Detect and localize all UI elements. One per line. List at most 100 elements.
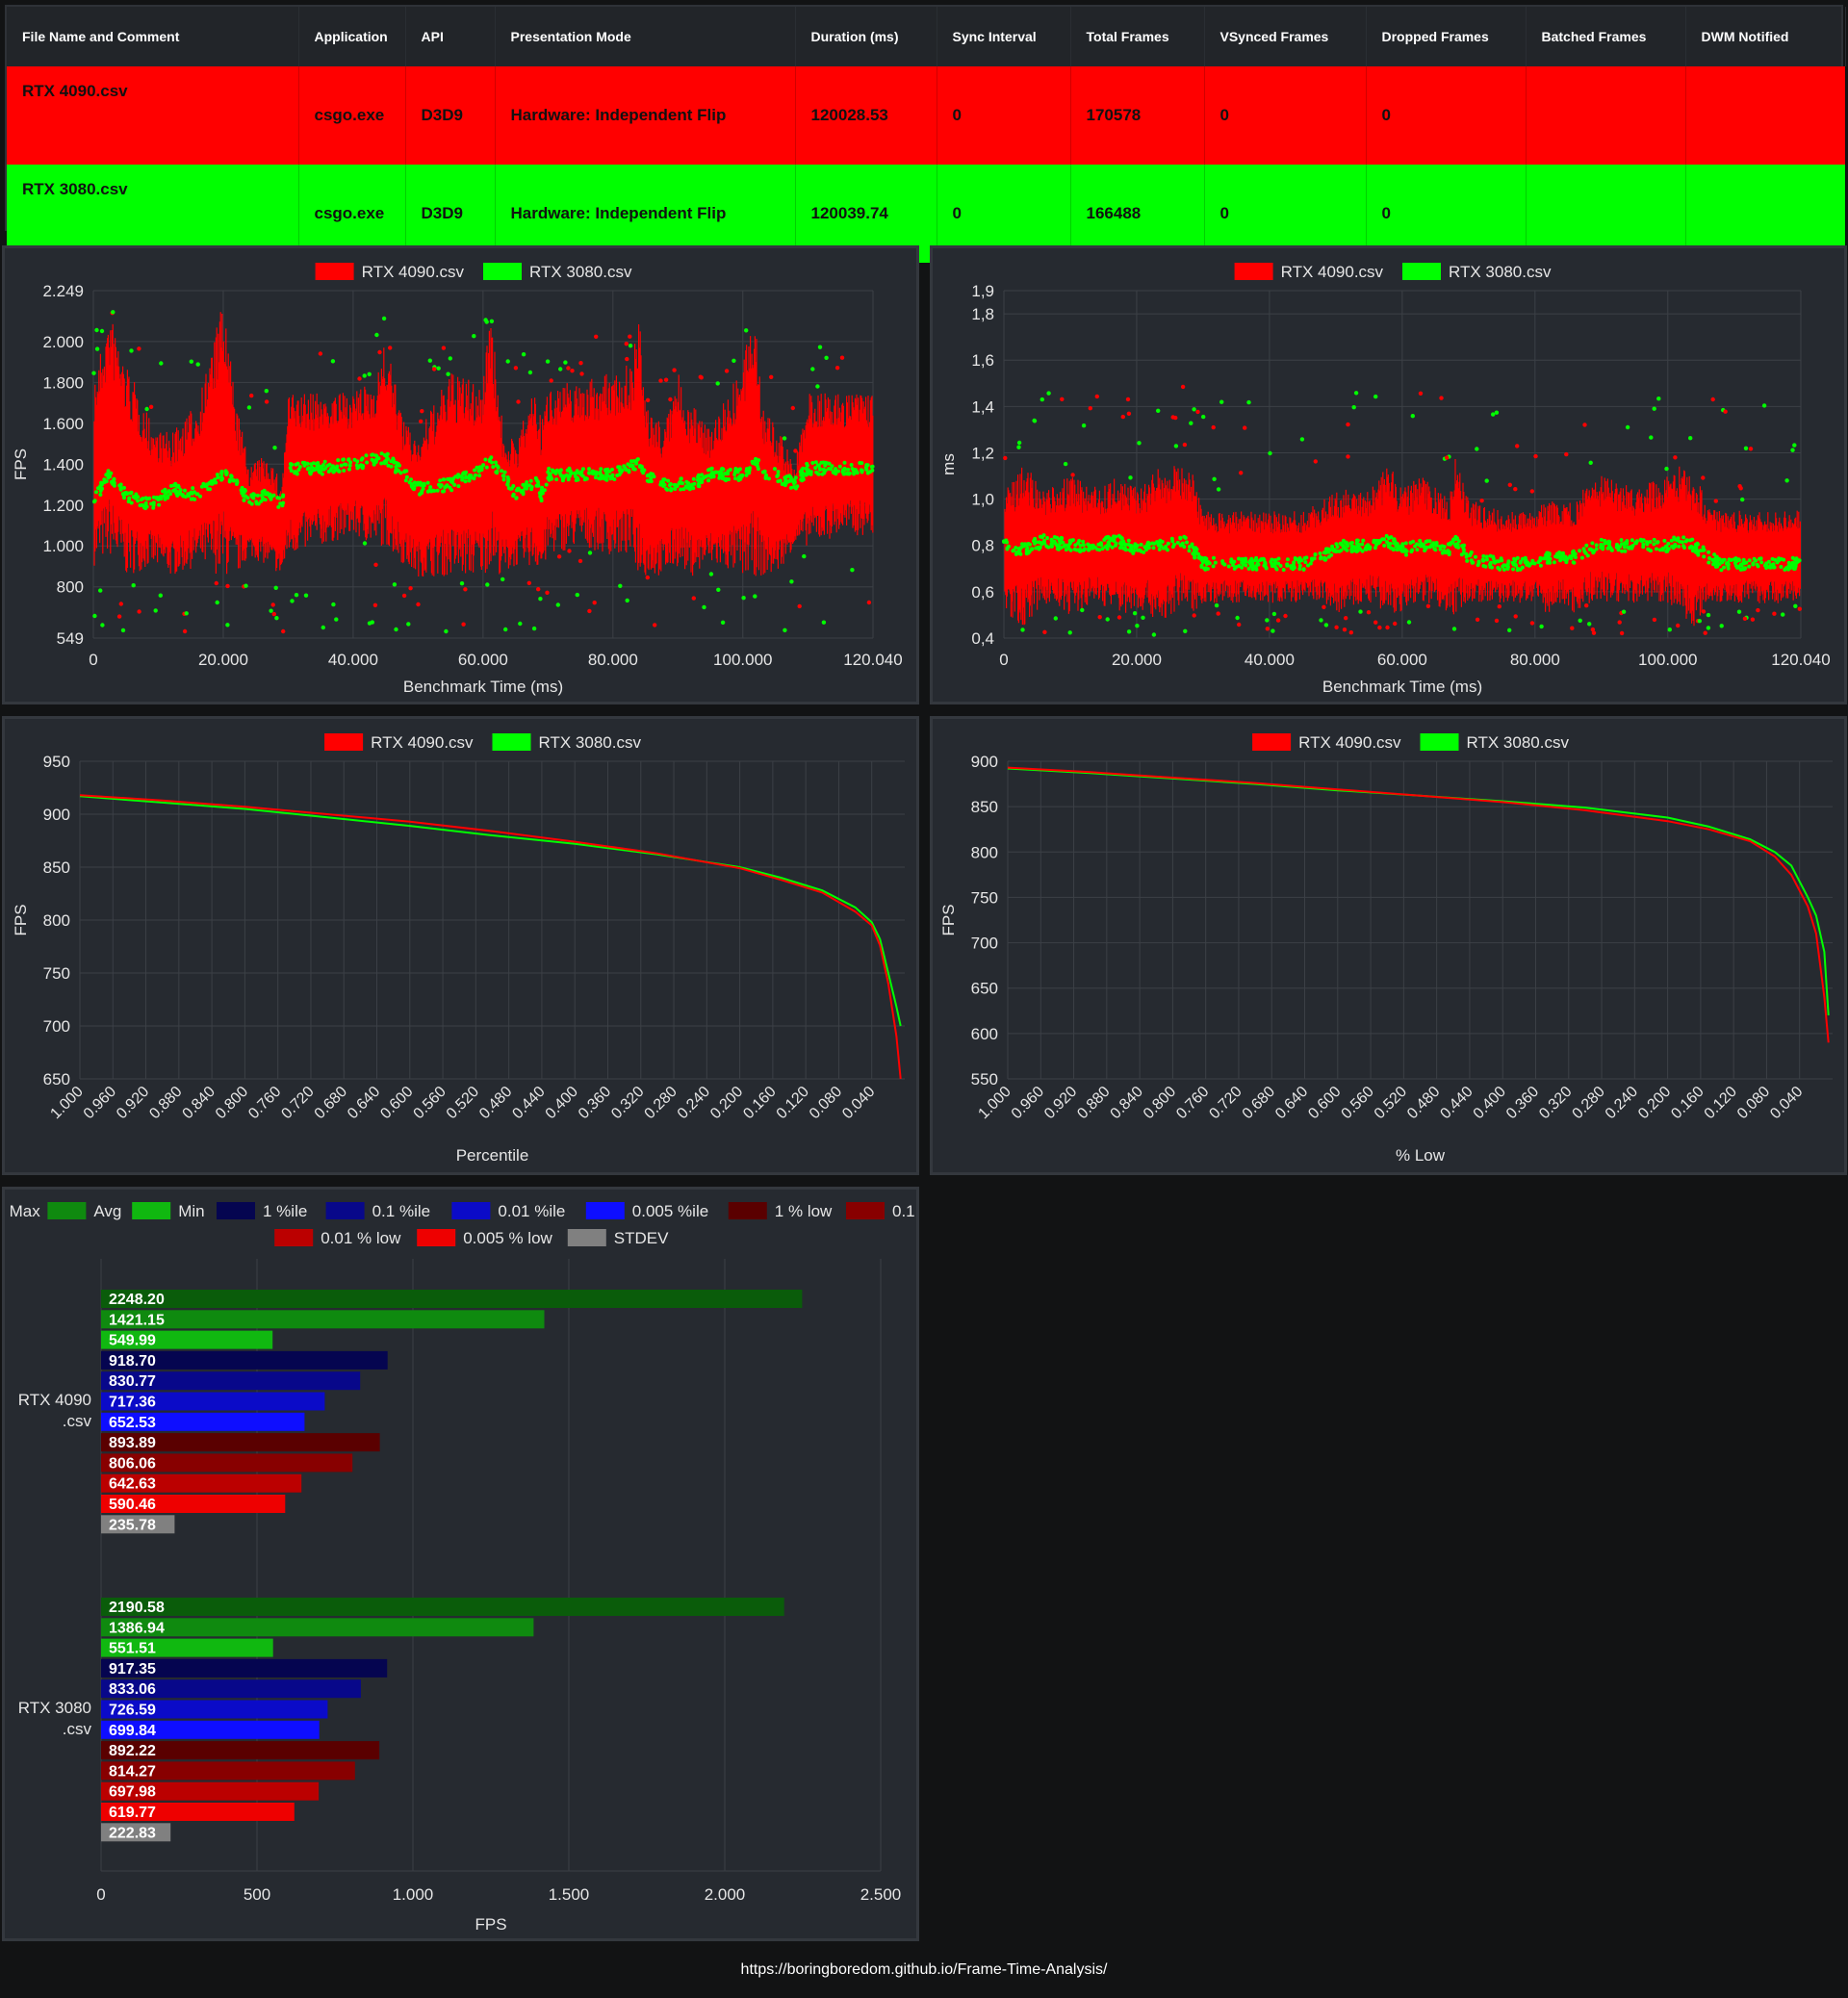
series-rtx3080-point: [219, 472, 224, 476]
x-tick-label: 0.520: [1372, 1084, 1410, 1122]
series-rtx3080-point: [317, 464, 321, 469]
series-rtx3080-point: [210, 481, 215, 486]
series-rtx3080-point: [820, 472, 825, 476]
series-rtx3080-point: [1599, 537, 1604, 542]
series-rtx3080-point: [1707, 560, 1711, 565]
column-header[interactable]: Sync Interval: [937, 7, 1071, 66]
column-header[interactable]: Total Frames: [1070, 7, 1205, 66]
column-header[interactable]: DWM Notified: [1685, 7, 1846, 66]
bar-value-label: 814.27: [109, 1763, 156, 1780]
series-rtx3080-point: [1341, 538, 1346, 543]
series-rtx3080-point: [443, 485, 448, 490]
series-rtx3080-point: [1513, 558, 1518, 563]
legend-swatch: [47, 1202, 87, 1219]
series-rtx3080-point: [1538, 563, 1543, 568]
series-rtx3080-point: [760, 470, 765, 474]
series-rtx3080-point: [801, 477, 806, 482]
outlier-point: [618, 583, 623, 588]
series-rtx3080-point: [418, 492, 422, 497]
series-rtx3080-point: [1323, 557, 1327, 562]
footer-url[interactable]: https://boringboredom.github.io/Frame-Ti…: [0, 1961, 1848, 1979]
column-header[interactable]: Batched Frames: [1526, 7, 1686, 66]
outlier-point: [362, 373, 367, 378]
outlier-point: [1656, 397, 1661, 401]
outlier-point: [538, 597, 543, 602]
series-rtx3080-point: [544, 482, 549, 487]
column-header[interactable]: Dropped Frames: [1366, 7, 1527, 66]
y-tick-label: 0,4: [971, 629, 994, 648]
series-rtx3080-point: [1585, 553, 1590, 558]
series-rtx3080-point: [1630, 538, 1634, 543]
legend-label: 0.005 %ile: [632, 1202, 708, 1220]
x-tick-label: 120.040: [843, 651, 902, 669]
column-header[interactable]: Application: [298, 7, 406, 66]
outlier-point: [1173, 415, 1178, 421]
series-rtx3080-point: [129, 491, 134, 496]
series-rtx3080-point: [672, 482, 677, 487]
series-rtx3080-point: [1285, 562, 1290, 567]
series-rtx3080-point: [1255, 559, 1260, 564]
y-tick-label: 800: [43, 911, 70, 930]
series-rtx3080-point: [142, 505, 147, 510]
outlier-point: [1539, 624, 1544, 629]
x-tick-label: 0.880: [1074, 1084, 1113, 1122]
series-rtx3080-point: [1169, 536, 1174, 541]
series-rtx3080-point: [158, 496, 162, 500]
series-rtx3080-point: [678, 480, 682, 485]
series-rtx3080-point: [134, 492, 139, 497]
outlier-point: [148, 404, 154, 409]
series-rtx3080-point: [1366, 543, 1371, 548]
outlier-point: [628, 344, 633, 348]
series-rtx3080-point: [320, 472, 324, 476]
outlier-point: [406, 622, 411, 627]
series-rtx3080-point: [254, 501, 259, 506]
column-header[interactable]: Duration (ms): [795, 7, 937, 66]
series-rtx3080-point: [1232, 559, 1237, 564]
series-rtx3080-point: [1011, 549, 1015, 553]
x-tick-label: 0.960: [81, 1084, 119, 1122]
series-rtx3080-point: [709, 472, 714, 476]
legend-label: 0.1 %ile: [372, 1202, 430, 1220]
legend-swatch: [274, 1229, 314, 1246]
outlier-point: [294, 593, 299, 598]
series-rtx3080-point: [106, 469, 111, 474]
series-rtx3080-point: [439, 483, 444, 488]
outlier-point: [575, 592, 579, 598]
x-tick-label: 0.640: [345, 1084, 383, 1122]
outlier-point: [195, 362, 200, 367]
series-rtx3080-point: [1615, 542, 1619, 547]
series-rtx3080-point: [696, 474, 701, 478]
column-header[interactable]: VSynced Frames: [1204, 7, 1367, 66]
stats-bar-panel: Max Avg Min 1 %ile 0.1 %ile 0.01 %ile 0.005 %i…: [2, 1187, 919, 1941]
column-header[interactable]: File Name and Comment: [7, 7, 299, 66]
series-rtx3080-point: [813, 460, 818, 465]
series-rtx3080-point: [631, 459, 636, 464]
series-rtx3080-point: [1297, 563, 1302, 568]
outlier-point: [1588, 460, 1593, 465]
series-rtx3080-point: [1139, 542, 1143, 547]
series-rtx3080-point: [1211, 564, 1216, 569]
legend-label: 1 % low: [775, 1202, 833, 1220]
series-rtx3080-point: [1465, 558, 1470, 563]
series-rtx3080-point: [534, 478, 539, 483]
series-rtx3080-point: [1569, 556, 1574, 561]
series-rtx3080-point: [733, 476, 737, 481]
outlier-point: [724, 369, 730, 373]
legend-swatch: [567, 1229, 606, 1246]
series-rtx3080-point: [1146, 540, 1150, 545]
x-axis-label: Benchmark Time (ms): [1322, 678, 1482, 696]
legend-swatch: [315, 263, 354, 280]
series-rtx3080-point: [1384, 533, 1389, 538]
column-header[interactable]: Presentation Mode: [495, 7, 796, 66]
series-rtx3080-point: [192, 497, 197, 501]
x-tick-label: 2.500: [860, 1885, 902, 1904]
series-rtx3080-point: [435, 488, 440, 493]
series-rtx3080-point: [323, 466, 328, 471]
x-tick-label: 0.720: [1206, 1084, 1245, 1122]
series-rtx3080-point: [151, 505, 156, 510]
column-header[interactable]: API: [405, 7, 496, 66]
series-rtx3080-point: [271, 493, 276, 498]
series-rtx3080-point: [690, 482, 695, 487]
x-tick-label: 0.200: [707, 1084, 746, 1122]
series-rtx3080-point: [1007, 544, 1011, 549]
